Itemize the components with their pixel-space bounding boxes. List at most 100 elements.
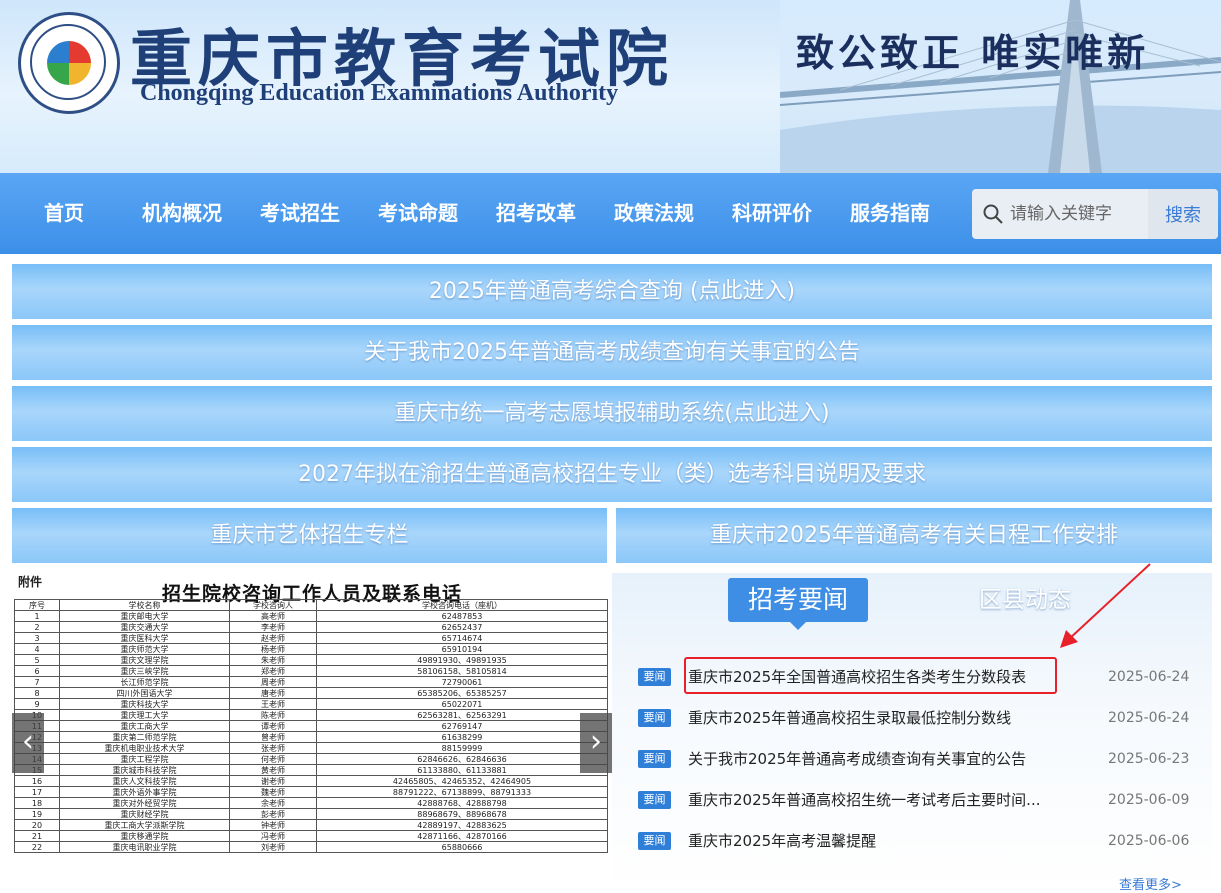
news-title[interactable]: 关于我市2025年普通高考成绩查询有关事宜的公告: [688, 746, 1068, 772]
table-row: 8 四川外国语大学 唐老师 65385206、65385257: [14, 687, 608, 699]
table-cell: 58106158、58105814: [316, 665, 608, 677]
table-cell: 谭老师: [229, 720, 317, 732]
table-row: 15重庆城市科技学院黄老师61133880、61133881: [14, 764, 608, 776]
table-cell: 陈老师: [229, 709, 317, 721]
table-cell: 65714674: [316, 632, 608, 644]
table-cell: 21: [14, 830, 60, 842]
table-cell: 42871166、42870166: [316, 830, 608, 842]
table-row: 10重庆理工大学陈老师62563281、62563291: [14, 709, 608, 721]
table-cell: 65880666: [316, 841, 608, 853]
banner-gaokao-query[interactable]: 2025年普通高考综合查询 (点此进入): [12, 264, 1212, 319]
main-nav: 首页 机构概况 考试招生 考试命题 招考改革 政策法规 科研评价 服务指南 搜索: [0, 173, 1221, 254]
site-logo-icon[interactable]: [18, 12, 120, 114]
table-cell: 重庆人文科技学院: [59, 775, 230, 787]
doc-table: 序号 学校名称 学校咨询人 学校咨询电话（座机） 1 重庆邮电大学 高老师 62487…: [14, 599, 608, 853]
table-cell: 42889197、42883625: [316, 819, 608, 831]
banner-score-notice[interactable]: 关于我市2025年普通高考成绩查询有关事宜的公告: [12, 325, 1212, 380]
table-cell: 何老师: [229, 753, 317, 765]
banner-subject-requirements[interactable]: 2027年拟在渝招生普通高校招生专业（类）选考科目说明及要求: [12, 447, 1212, 502]
slogan: 致公致正 唯实唯新: [796, 30, 1150, 75]
highlight-annotation-box: [684, 657, 1057, 694]
banner-label: 重庆市2025年普通高考有关日程工作安排: [710, 523, 1118, 548]
table-row: 16 重庆人文科技学院 谢老师 42465805、42465352、42464905: [14, 775, 608, 787]
table-row: 19 重庆财经学院 彭老师 88968679、88968678: [14, 808, 608, 820]
news-item[interactable]: 要闻 重庆市2025年普通高校招生录取最低控制分数线 2025-06-24: [638, 705, 1198, 731]
table-cell: 重庆医科大学: [59, 632, 230, 644]
table-cell: 重庆师范大学: [59, 643, 230, 655]
news-badge: 要闻: [638, 832, 671, 850]
nav-item-exams[interactable]: 考试招生: [241, 173, 359, 254]
table-header-cell: 学校名称: [59, 599, 230, 611]
table-cell: 刘老师: [229, 841, 317, 853]
news-item[interactable]: 要闻 关于我市2025年普通高考成绩查询有关事宜的公告 2025-06-23: [638, 746, 1198, 772]
nav-item-research[interactable]: 科研评价: [713, 173, 831, 254]
table-cell: 余老师: [229, 797, 317, 809]
table-cell: 重庆工商大学: [59, 720, 230, 732]
banner-schedule[interactable]: 重庆市2025年普通高考有关日程工作安排: [616, 508, 1212, 563]
tab-exam-news[interactable]: 招考要闻: [728, 578, 868, 622]
table-cell: 18: [14, 797, 60, 809]
table-cell: 42888768、42888798: [316, 797, 608, 809]
table-cell: 88159999: [316, 742, 608, 754]
news-date: 2025-06-23: [1108, 751, 1190, 767]
search-input[interactable]: [1010, 189, 1146, 239]
nav-item-reform[interactable]: 招考改革: [477, 173, 595, 254]
table-cell: 郑老师: [229, 665, 317, 677]
slideshow-prev-button[interactable]: ‹: [12, 713, 44, 773]
table-header-cell: 学校咨询电话（座机）: [316, 599, 608, 611]
table-cell: 65385206、65385257: [316, 687, 608, 699]
news-date: 2025-06-06: [1108, 833, 1190, 849]
table-cell: 王老师: [229, 698, 317, 710]
table-cell: 5: [14, 654, 60, 666]
banner-art-sports[interactable]: 重庆市艺体招生专栏: [12, 508, 607, 563]
banner-label: 重庆市艺体招生专栏: [210, 523, 409, 548]
table-cell: 49891930、49891935: [316, 654, 608, 666]
table-cell: 长江师范学院: [59, 676, 230, 688]
table-row: 13重庆机电职业技术大学张老师88159999: [14, 742, 608, 754]
table-row: 11重庆工商大学谭老师62769147: [14, 720, 608, 732]
news-badge: 要闻: [638, 709, 671, 727]
table-cell: 高老师: [229, 610, 317, 622]
news-title[interactable]: 重庆市2025年普通高校招生统一考试考后主要时间...: [688, 787, 1068, 813]
table-cell: 62487853: [316, 610, 608, 622]
table-cell: 杨老师: [229, 643, 317, 655]
site-header: 重庆市教育考试院 Chongqing Education Examination…: [0, 0, 1221, 173]
table-cell: 8: [14, 687, 60, 699]
slideshow-image[interactable]: 附件 招生院校咨询工作人员及联系电话 序号 学校名称 学校咨询人 学校咨询电话（…: [12, 573, 612, 891]
search-button[interactable]: 搜索: [1148, 189, 1218, 239]
table-cell: 22: [14, 841, 60, 853]
table-cell: 1: [14, 610, 60, 622]
nav-item-services[interactable]: 服务指南: [831, 173, 949, 254]
table-cell: 重庆理工大学: [59, 709, 230, 721]
table-row: 7 长江师范学院 周老师 72790061: [14, 676, 608, 688]
table-header-row: 序号 学校名称 学校咨询人 学校咨询电话（座机）: [14, 599, 608, 611]
slideshow-next-button[interactable]: ›: [580, 713, 612, 773]
table-cell: 重庆第二师范学院: [59, 731, 230, 743]
table-cell: 重庆城市科技学院: [59, 764, 230, 776]
table-cell: 唐老师: [229, 687, 317, 699]
more-news-link[interactable]: 查看更多>: [1119, 874, 1182, 893]
table-cell: 65022071: [316, 698, 608, 710]
news-title[interactable]: 重庆市2025年高考温馨提醒: [688, 828, 1068, 854]
nav-item-proposition[interactable]: 考试命题: [359, 173, 477, 254]
table-cell: 16: [14, 775, 60, 787]
tab-caret-icon: [789, 621, 807, 630]
chevron-left-icon: ‹: [22, 724, 34, 759]
news-title[interactable]: 重庆市2025年普通高校招生录取最低控制分数线: [688, 705, 1068, 731]
news-badge: 要闻: [638, 791, 671, 809]
table-row: 14重庆工程学院何老师62846626、62846636: [14, 753, 608, 765]
table-cell: 魏老师: [229, 786, 317, 798]
news-item[interactable]: 要闻 重庆市2025年普通高校招生统一考试考后主要时间... 2025-06-0…: [638, 787, 1198, 813]
table-row: 5 重庆文理学院 朱老师 49891930、49891935: [14, 654, 608, 666]
table-cell: 钟老师: [229, 819, 317, 831]
table-row: 1 重庆邮电大学 高老师 62487853: [14, 610, 608, 622]
nav-item-about[interactable]: 机构概况: [123, 173, 241, 254]
nav-item-policy[interactable]: 政策法规: [595, 173, 713, 254]
nav-item-home[interactable]: 首页: [5, 173, 123, 254]
table-cell: 88968679、88968678: [316, 808, 608, 820]
news-item[interactable]: 要闻 重庆市2025年高考温馨提醒 2025-06-06: [638, 828, 1198, 854]
banner-volunteer-system[interactable]: 重庆市统一高考志愿填报辅助系统(点此进入): [12, 386, 1212, 441]
table-cell: 6: [14, 665, 60, 677]
table-cell: 朱老师: [229, 654, 317, 666]
table-header-cell: 序号: [14, 599, 60, 611]
